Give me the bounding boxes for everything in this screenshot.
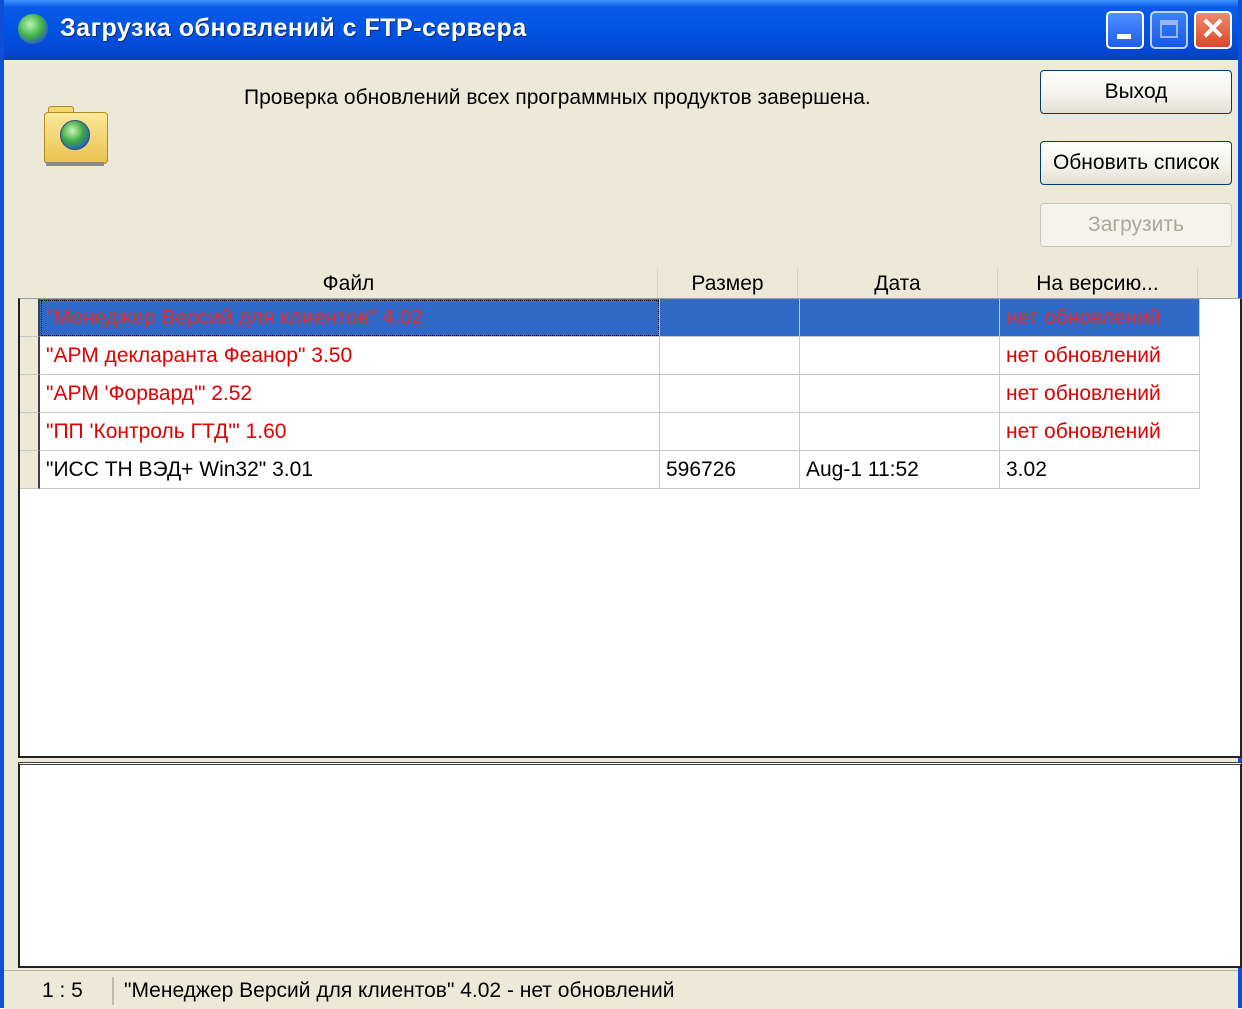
row-indicator[interactable] xyxy=(20,451,40,489)
app-window: Загрузка обновлений с FTP-сервера ✕ Пров… xyxy=(0,0,1242,1009)
cell-date[interactable] xyxy=(800,299,1000,337)
window-title: Загрузка обновлений с FTP-сервера xyxy=(60,14,527,42)
cell-size[interactable] xyxy=(660,299,800,337)
network-folder-icon xyxy=(44,106,108,168)
cell-date[interactable] xyxy=(800,413,1000,451)
table-header: Файл Размер Дата На версию... xyxy=(18,268,1240,298)
cell-size[interactable] xyxy=(660,337,800,375)
column-header-size[interactable]: Размер xyxy=(658,268,798,298)
cell-version[interactable]: 3.02 xyxy=(1000,451,1200,489)
column-header-date[interactable]: Дата xyxy=(798,268,998,298)
cell-date[interactable]: Aug-1 11:52 xyxy=(800,451,1000,489)
row-indicator[interactable] xyxy=(20,299,40,337)
cell-size[interactable] xyxy=(660,413,800,451)
close-icon: ✕ xyxy=(1200,13,1226,46)
exit-button[interactable]: Выход xyxy=(1040,70,1232,114)
download-button[interactable]: Загрузить xyxy=(1040,203,1232,247)
cell-file[interactable]: "Менеджер Версий для клиентов" 4.02 xyxy=(40,299,660,337)
maximize-icon xyxy=(1160,20,1178,38)
close-button[interactable]: ✕ xyxy=(1194,11,1232,49)
table-row[interactable]: "АРМ декларанта Феанор" 3.50 нет обновле… xyxy=(20,337,1200,375)
column-header-version[interactable]: На версию... xyxy=(998,268,1198,298)
table-row[interactable]: "Менеджер Версий для клиентов" 4.02 нет … xyxy=(20,299,1200,337)
cell-size[interactable] xyxy=(660,375,800,413)
row-indicator[interactable] xyxy=(20,413,40,451)
row-indicator[interactable] xyxy=(20,375,40,413)
column-header-file[interactable]: Файл xyxy=(40,268,658,298)
cell-date[interactable] xyxy=(800,375,1000,413)
cell-file[interactable]: "АРМ 'Форвард'" 2.52 xyxy=(40,375,660,413)
record-position: 1 : 5 xyxy=(42,979,83,1002)
table-row[interactable]: "ПП 'Контроль ГТД'" 1.60 нет обновлений xyxy=(20,413,1200,451)
title-bar[interactable]: Загрузка обновлений с FTP-сервера ✕ xyxy=(4,0,1238,60)
cell-date[interactable] xyxy=(800,337,1000,375)
status-text: "Менеджер Версий для клиентов" 4.02 - не… xyxy=(124,979,675,1002)
status-message: Проверка обновлений всех программных про… xyxy=(244,86,871,109)
cell-version[interactable]: нет обновлений xyxy=(1000,375,1200,413)
cell-file[interactable]: "ПП 'Контроль ГТД'" 1.60 xyxy=(40,413,660,451)
status-separator xyxy=(112,977,114,1005)
cell-size[interactable]: 596726 xyxy=(660,451,800,489)
maximize-button[interactable] xyxy=(1150,11,1188,49)
cell-version[interactable]: нет обновлений xyxy=(1000,299,1200,337)
updates-table[interactable]: "Менеджер Версий для клиентов" 4.02 нет … xyxy=(18,298,1242,758)
globe-icon xyxy=(18,14,48,44)
table-row[interactable]: "ИСС ТН ВЭД+ Win32" 3.01 596726 Aug-1 11… xyxy=(20,451,1200,489)
minimize-icon xyxy=(1117,34,1131,39)
cell-file[interactable]: "ИСС ТН ВЭД+ Win32" 3.01 xyxy=(40,451,660,489)
cell-version[interactable]: нет обновлений xyxy=(1000,337,1200,375)
status-bar: 1 : 5 "Менеджер Версий для клиентов" 4.0… xyxy=(4,970,1238,1009)
cell-file[interactable]: "АРМ декларанта Феанор" 3.50 xyxy=(40,337,660,375)
table-row[interactable]: "АРМ 'Форвард'" 2.52 нет обновлений xyxy=(20,375,1200,413)
row-indicator[interactable] xyxy=(20,337,40,375)
minimize-button[interactable] xyxy=(1106,11,1144,49)
cell-version[interactable]: нет обновлений xyxy=(1000,413,1200,451)
details-panel[interactable] xyxy=(18,762,1242,968)
refresh-list-button[interactable]: Обновить список xyxy=(1040,141,1232,185)
